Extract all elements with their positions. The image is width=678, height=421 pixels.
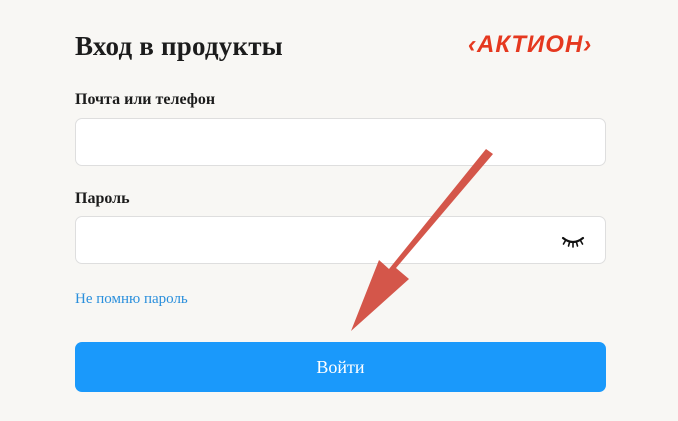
closed-eye-icon[interactable] bbox=[561, 233, 585, 249]
password-label: Пароль bbox=[75, 190, 130, 207]
forgot-password-link[interactable]: Не помню пароль bbox=[75, 289, 188, 309]
page-title: Вход в продукты bbox=[75, 31, 283, 61]
email-field[interactable] bbox=[76, 119, 605, 165]
login-button[interactable]: Войти bbox=[75, 342, 606, 392]
password-field[interactable] bbox=[76, 217, 605, 263]
password-field-container bbox=[75, 216, 606, 264]
email-label: Почта или телефон bbox=[75, 91, 216, 108]
aktion-logo: ‹АКТИОН› bbox=[468, 31, 593, 58]
email-field-container bbox=[75, 118, 606, 166]
